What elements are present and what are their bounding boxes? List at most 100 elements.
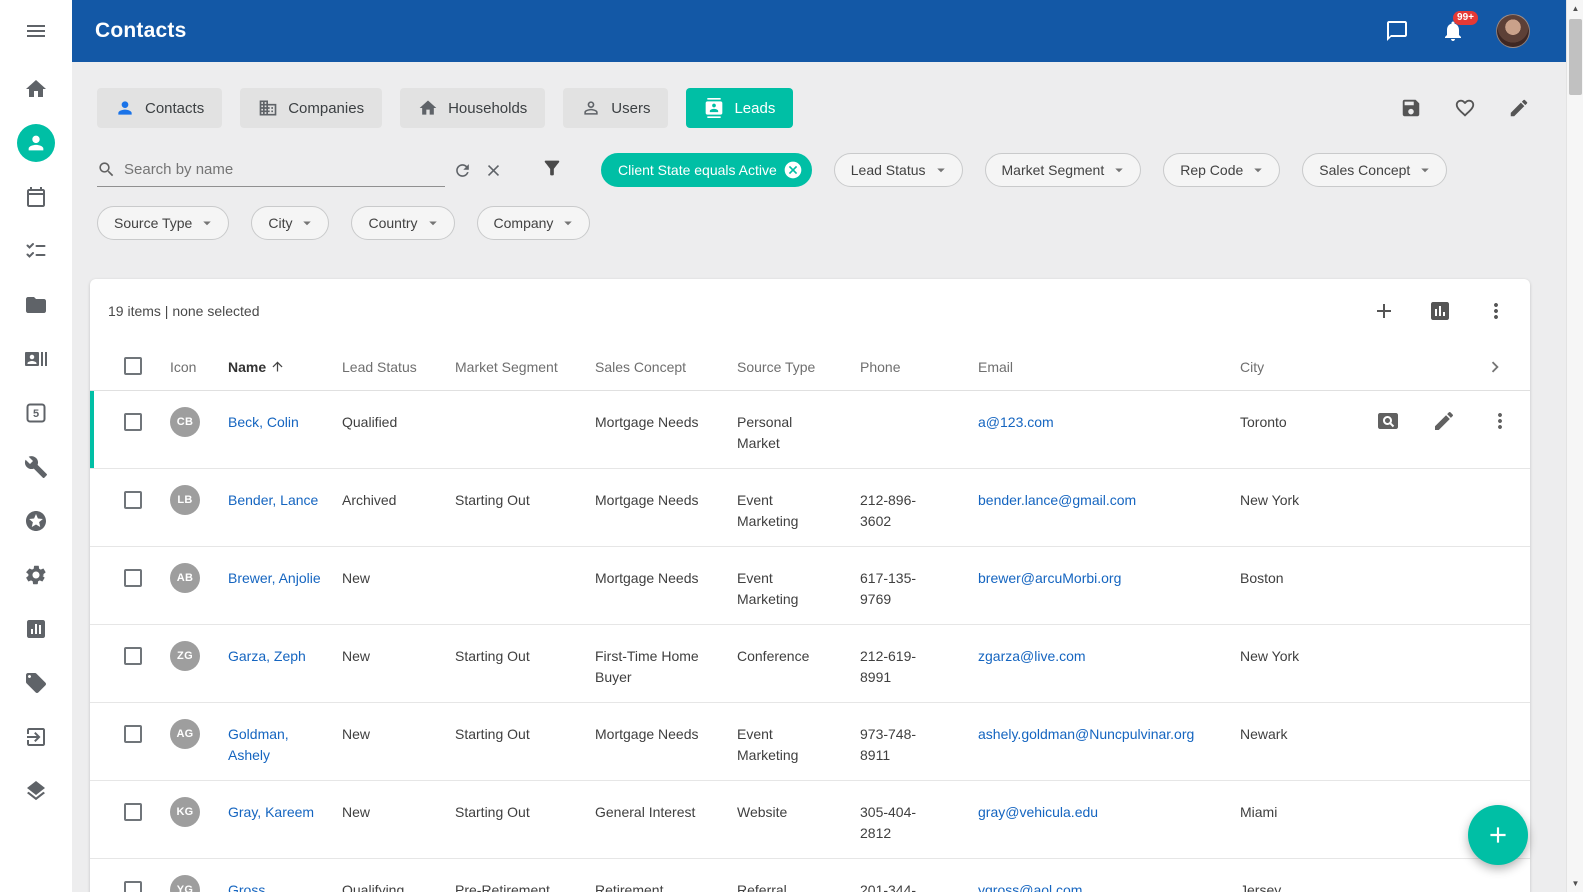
email-link[interactable]: ashely.goldman@Nuncpulvinar.org (978, 726, 1194, 742)
more-columns-icon[interactable] (1484, 356, 1506, 378)
tab-label: Companies (288, 100, 364, 117)
contact-name-link[interactable]: Gray, Kareem (228, 804, 314, 820)
email-link[interactable]: bender.lance@gmail.com (978, 492, 1136, 508)
chart-icon[interactable] (1428, 299, 1452, 323)
notifications-button[interactable]: 99+ (1440, 18, 1466, 44)
sidebar-item-signin[interactable] (0, 710, 72, 764)
column-header-source-type[interactable]: Source Type (737, 359, 860, 375)
remove-filter-icon[interactable] (783, 160, 803, 180)
favorite-icon[interactable] (1454, 97, 1476, 119)
row-checkbox[interactable] (124, 881, 142, 892)
row-checkbox[interactable] (124, 491, 142, 509)
sidebar-item-calendar[interactable] (0, 170, 72, 224)
filter-chip-country[interactable]: Country (351, 206, 454, 240)
tab-households[interactable]: Households (400, 88, 545, 128)
table-row[interactable]: KG Gray, Kareem New Starting Out General… (90, 781, 1530, 859)
row-checkbox[interactable] (124, 803, 142, 821)
menu-button[interactable] (0, 0, 72, 62)
chip-label: Lead Status (851, 162, 926, 178)
contact-name-link[interactable]: Gross, (228, 882, 269, 892)
email-link[interactable]: brewer@arcuMorbi.org (978, 570, 1121, 586)
row-checkbox[interactable] (124, 413, 142, 431)
vertical-scrollbar[interactable]: ▲ ▼ (1566, 0, 1583, 892)
email-link[interactable]: zgarza@live.com (978, 648, 1086, 664)
filter-chip-rep-code[interactable]: Rep Code (1163, 153, 1280, 187)
preview-icon[interactable] (1376, 409, 1400, 433)
tab-contacts[interactable]: Contacts (97, 88, 222, 128)
scrollbar-thumb[interactable] (1569, 19, 1582, 95)
clear-search-icon[interactable] (484, 161, 503, 180)
add-icon[interactable] (1372, 299, 1396, 323)
user-avatar[interactable] (1496, 14, 1530, 48)
filter-chip-lead-status[interactable]: Lead Status (834, 153, 963, 187)
sidebar-item-settings[interactable] (0, 548, 72, 602)
select-all-checkbox[interactable] (124, 357, 142, 375)
contact-name-link[interactable]: Goldman, Ashely (228, 726, 289, 763)
sales-concept-cell: Retirement (595, 880, 737, 892)
phone-cell: 212-619-8991 (860, 646, 978, 688)
sidebar-item-reports[interactable] (0, 602, 72, 656)
sidebar-item-five[interactable]: 5 (0, 386, 72, 440)
sidebar-item-documents[interactable] (0, 278, 72, 332)
chevron-down-icon (198, 214, 216, 232)
source-type-cell: Conference (737, 646, 860, 667)
email-link[interactable]: a@123.com (978, 414, 1054, 430)
sidebar-item-favorites[interactable] (0, 494, 72, 548)
column-header-market-segment[interactable]: Market Segment (455, 359, 595, 375)
column-header-phone[interactable]: Phone (860, 359, 978, 375)
filter-chip-market-segment[interactable]: Market Segment (985, 153, 1142, 187)
sidebar-item-tags[interactable] (0, 656, 72, 710)
table-row[interactable]: CB Beck, Colin Qualified Mortgage Needs … (90, 391, 1530, 469)
messages-button[interactable] (1384, 18, 1410, 44)
tab-leads[interactable]: Leads (686, 88, 793, 128)
row-checkbox[interactable] (124, 725, 142, 743)
add-contact-fab[interactable] (1468, 805, 1528, 865)
filter-bar: Client State equals Active Lead Status M… (97, 150, 1530, 190)
row-menu-icon[interactable] (1488, 409, 1512, 433)
search-box (97, 153, 445, 187)
email-link[interactable]: gray@vehicula.edu (978, 804, 1098, 820)
tab-users[interactable]: Users (563, 88, 668, 128)
column-header-email[interactable]: Email (978, 359, 1240, 375)
table-row[interactable]: ZG Garza, Zeph New Starting Out First-Ti… (90, 625, 1530, 703)
save-icon[interactable] (1400, 97, 1422, 119)
sidebar-item-tools[interactable] (0, 440, 72, 494)
contact-name-link[interactable]: Garza, Zeph (228, 648, 306, 664)
top-app-bar: Contacts 99+ (72, 0, 1566, 62)
scroll-up-arrow[interactable]: ▲ (1567, 0, 1583, 17)
tab-companies[interactable]: Companies (240, 88, 382, 128)
column-header-name[interactable]: Name (228, 359, 342, 375)
email-link[interactable]: ygross@aol.com (978, 882, 1082, 892)
edit-row-icon[interactable] (1432, 409, 1456, 433)
filter-chip-sales-concept[interactable]: Sales Concept (1302, 153, 1447, 187)
sidebar-item-contact-cards[interactable] (0, 332, 72, 386)
sidebar-item-contacts[interactable] (0, 116, 72, 170)
more-options-icon[interactable] (1484, 299, 1508, 323)
sidebar-item-layers[interactable] (0, 764, 72, 818)
refresh-icon[interactable] (453, 161, 472, 180)
filter-chip-city[interactable]: City (251, 206, 329, 240)
row-checkbox[interactable] (124, 647, 142, 665)
contact-name-link[interactable]: Beck, Colin (228, 414, 299, 430)
house-icon (418, 98, 438, 118)
table-row[interactable]: AB Brewer, Anjolie New Mortgage Needs Ev… (90, 547, 1530, 625)
filter-chip-company[interactable]: Company (477, 206, 591, 240)
search-input[interactable] (124, 161, 445, 178)
column-header-lead-status[interactable]: Lead Status (342, 359, 455, 375)
edit-icon[interactable] (1508, 97, 1530, 119)
row-checkbox[interactable] (124, 569, 142, 587)
table-row[interactable]: YG Gross, Qualifying Pre-Retirement Reti… (90, 859, 1530, 892)
sidebar-item-home[interactable] (0, 62, 72, 116)
filter-chip-client-state[interactable]: Client State equals Active (601, 153, 812, 187)
filter-chip-source-type[interactable]: Source Type (97, 206, 229, 240)
column-header-icon[interactable]: Icon (170, 359, 228, 375)
sidebar-item-tasks[interactable] (0, 224, 72, 278)
column-header-city[interactable]: City (1240, 359, 1380, 375)
contact-name-link[interactable]: Brewer, Anjolie (228, 570, 321, 586)
table-row[interactable]: AG Goldman, Ashely New Starting Out Mort… (90, 703, 1530, 781)
table-row[interactable]: LB Bender, Lance Archived Starting Out M… (90, 469, 1530, 547)
column-header-sales-concept[interactable]: Sales Concept (595, 359, 737, 375)
scroll-down-arrow[interactable]: ▼ (1567, 875, 1583, 892)
contact-name-link[interactable]: Bender, Lance (228, 492, 318, 508)
filter-button[interactable] (541, 157, 563, 184)
